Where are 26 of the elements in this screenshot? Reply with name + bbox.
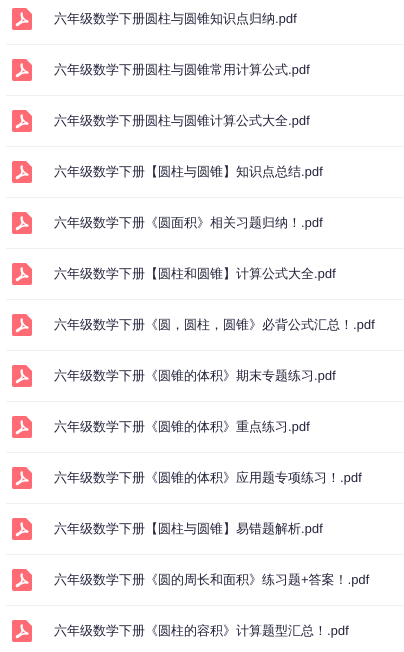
pdf-file-icon <box>12 314 32 336</box>
pdf-file-icon <box>12 416 32 438</box>
file-name[interactable]: 六年级数学下册【圆柱与圆锥】易错题解析.pdf <box>54 519 323 539</box>
file-name[interactable]: 六年级数学下册圆柱与圆锥计算公式大全.pdf <box>54 111 310 131</box>
pdf-file-icon <box>12 620 32 642</box>
pdf-file-icon <box>12 569 32 591</box>
file-name[interactable]: 六年级数学下册《圆锥的体积》应用题专项练习！.pdf <box>54 468 362 488</box>
file-name[interactable]: 六年级数学下册圆柱与圆锥知识点归纳.pdf <box>54 9 297 29</box>
file-name[interactable]: 六年级数学下册《圆柱的容积》计算题型汇总！.pdf <box>54 621 349 641</box>
file-name[interactable]: 六年级数学下册《圆锥的体积》重点练习.pdf <box>54 417 310 437</box>
file-name[interactable]: 六年级数学下册【圆柱与圆锥】知识点总结.pdf <box>54 162 323 182</box>
file-name[interactable]: 六年级数学下册《圆的周长和面积》练习题+答案！.pdf <box>54 570 370 590</box>
pdf-file-icon <box>12 518 32 540</box>
pdf-file-icon <box>12 365 32 387</box>
pdf-file-icon <box>12 110 32 132</box>
pdf-file-icon <box>12 263 32 285</box>
pdf-file-icon <box>12 212 32 234</box>
pdf-file-icon <box>12 161 32 183</box>
pdf-file-icon <box>12 8 32 30</box>
file-name[interactable]: 六年级数学下册《圆面积》相关习题归纳！.pdf <box>54 213 323 233</box>
pdf-file-icon <box>12 59 32 81</box>
file-name[interactable]: 六年级数学下册《圆锥的体积》期末专题练习.pdf <box>54 366 336 386</box>
file-name[interactable]: 六年级数学下册【圆柱和圆锥】计算公式大全.pdf <box>54 264 336 284</box>
file-name[interactable]: 六年级数学下册圆柱与圆锥常用计算公式.pdf <box>54 60 310 80</box>
pdf-file-icon <box>12 467 32 489</box>
file-name[interactable]: 六年级数学下册《圆，圆柱，圆锥》必背公式汇总！.pdf <box>54 315 375 335</box>
